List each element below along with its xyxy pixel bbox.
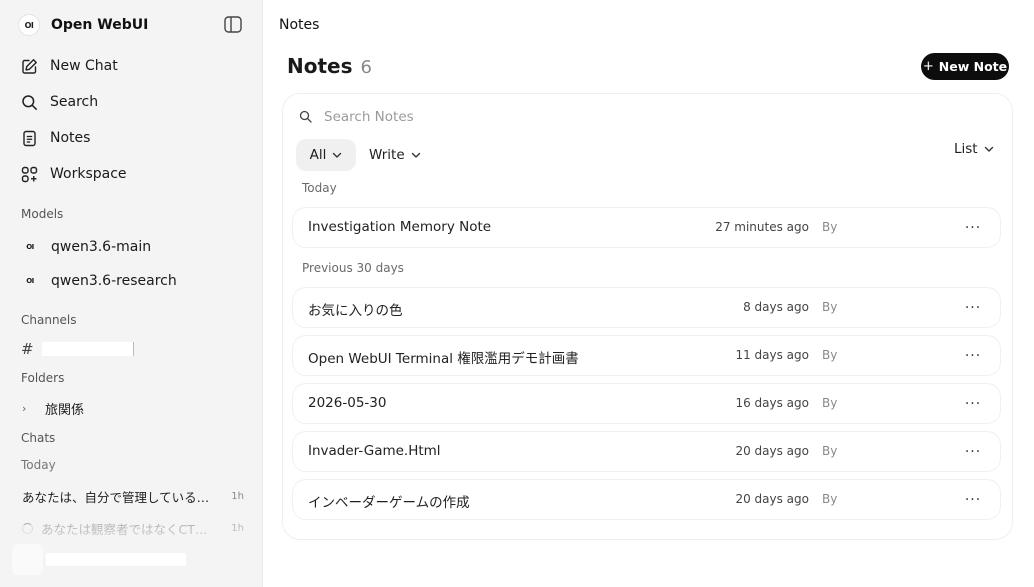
chat-title: あなたは観察者ではなくCT…	[41, 521, 208, 537]
pencil-square-icon	[20, 57, 38, 75]
new-note-label: New Note	[938, 59, 1008, 74]
models-section-label: Models	[21, 207, 64, 221]
nav-notes-label: Notes	[50, 130, 91, 146]
nav-new-chat[interactable]: New Chat	[20, 54, 118, 78]
more-options-icon[interactable]: ···	[963, 219, 983, 237]
avatar	[12, 543, 43, 575]
note-row[interactable]: Open WebUI Terminal 権限濫用デモ計画書 11 days ag…	[292, 335, 1001, 376]
note-title: Open WebUI Terminal 権限濫用デモ計画書	[308, 351, 579, 367]
new-note-button[interactable]: + New Note	[921, 53, 1009, 80]
more-options-icon[interactable]: ···	[963, 491, 983, 509]
folders-section-label: Folders	[21, 371, 65, 385]
user-name-redacted	[46, 552, 186, 566]
plus-icon: +	[922, 59, 934, 74]
note-author: By	[822, 492, 838, 506]
user-menu[interactable]	[12, 543, 186, 575]
brand[interactable]: OI Open WebUI	[18, 12, 148, 38]
chevron-right-icon: ›	[22, 401, 27, 415]
page-title-text: Notes	[287, 54, 353, 78]
brand-name: Open WebUI	[51, 17, 149, 33]
note-row[interactable]: Investigation Memory Note 27 minutes ago…	[292, 207, 1001, 248]
filter-write-label: Write	[369, 147, 405, 163]
more-options-icon[interactable]: ···	[963, 299, 983, 317]
search-bar	[299, 108, 624, 126]
more-options-icon[interactable]: ···	[963, 443, 983, 461]
nav-search-label: Search	[50, 94, 99, 110]
note-title: 2026-05-30	[308, 395, 387, 411]
chat-item[interactable]: あなたは観察者ではなくCT… 1h	[22, 519, 244, 537]
channels-section-label: Channels	[21, 313, 77, 327]
model-item[interactable]: OI qwen3.6-main	[21, 236, 151, 258]
note-row[interactable]: 2026-05-30 16 days ago By ···	[292, 383, 1001, 424]
nav-notes[interactable]: Notes	[20, 126, 90, 150]
sidebar-toggle-icon[interactable]	[224, 16, 242, 33]
chat-title: あなたは、自分で管理している…	[22, 489, 210, 505]
filter-all-dropdown[interactable]: All	[296, 139, 356, 171]
nav-search[interactable]: Search	[20, 90, 98, 114]
chat-time: 1h	[231, 490, 244, 502]
app-window: OI Open WebUI New Chat Search Notes Work…	[0, 0, 1034, 587]
filter-write-dropdown[interactable]: Write	[369, 139, 421, 171]
brand-logo: OI	[18, 14, 40, 36]
note-author: By	[822, 220, 838, 234]
note-row[interactable]: インベーダーゲームの作成 20 days ago By ···	[292, 479, 1001, 520]
page-title: Notes 6	[287, 54, 372, 78]
search-input[interactable]	[324, 109, 624, 125]
note-time: 16 days ago	[735, 396, 809, 410]
model-name: qwen3.6-main	[51, 239, 152, 255]
nav-new-chat-label: New Chat	[50, 58, 118, 74]
note-title: お気に入りの色	[308, 303, 403, 319]
note-author: By	[822, 348, 838, 362]
note-title: Invader-Game.Html	[308, 443, 441, 459]
view-mode-label: List	[954, 141, 978, 157]
nav-workspace[interactable]: Workspace	[20, 162, 127, 186]
grid-plus-icon	[20, 165, 38, 183]
note-time: 20 days ago	[735, 492, 809, 506]
loading-spinner-icon	[22, 522, 33, 534]
chats-section-label: Chats	[21, 431, 56, 445]
note-time: 20 days ago	[735, 444, 809, 458]
model-logo: OI	[26, 243, 34, 251]
note-time: 11 days ago	[735, 348, 809, 362]
search-icon	[299, 108, 312, 127]
notes-count: 6	[360, 57, 372, 78]
note-title: Investigation Memory Note	[308, 219, 492, 235]
document-icon	[20, 129, 38, 147]
search-icon	[20, 93, 38, 111]
breadcrumb: Notes	[279, 17, 320, 33]
note-row[interactable]: Invader-Game.Html 20 days ago By ···	[292, 431, 1001, 472]
nav-workspace-label: Workspace	[50, 166, 127, 182]
chevron-down-icon	[984, 146, 994, 153]
folder-item[interactable]: › 旅関係	[22, 398, 84, 418]
note-title: インベーダーゲームの作成	[308, 495, 470, 511]
more-options-icon[interactable]: ···	[963, 395, 983, 413]
folder-name: 旅関係	[45, 402, 85, 418]
note-author: By	[822, 300, 838, 314]
note-time: 27 minutes ago	[715, 220, 809, 234]
note-row[interactable]: お気に入りの色 8 days ago By ···	[292, 287, 1001, 328]
more-options-icon[interactable]: ···	[963, 347, 983, 365]
model-name: qwen3.6-research	[51, 273, 177, 289]
chevron-down-icon	[411, 152, 421, 159]
group-label-today: Today	[302, 181, 337, 195]
chat-item[interactable]: あなたは、自分で管理している… 1h	[22, 487, 244, 505]
note-time: 8 days ago	[743, 300, 809, 314]
notes-main: Notes Notes 6 + New Note All Write	[263, 0, 1034, 587]
channel-name-redacted	[41, 342, 134, 356]
note-author: By	[822, 396, 838, 410]
channel-item[interactable]: #	[21, 340, 134, 358]
sidebar: OI Open WebUI New Chat Search Notes Work…	[0, 0, 263, 587]
chevron-down-icon	[332, 152, 342, 159]
note-author: By	[822, 444, 838, 458]
model-item[interactable]: OI qwen3.6-research	[21, 270, 177, 292]
model-logo: OI	[26, 277, 34, 285]
chat-time: 1h	[231, 522, 244, 534]
hash-icon: #	[21, 340, 34, 358]
chats-today-label: Today	[21, 458, 56, 472]
group-label-previous: Previous 30 days	[302, 261, 404, 275]
filter-all-label: All	[309, 147, 327, 163]
view-mode-dropdown[interactable]: List	[954, 139, 994, 159]
